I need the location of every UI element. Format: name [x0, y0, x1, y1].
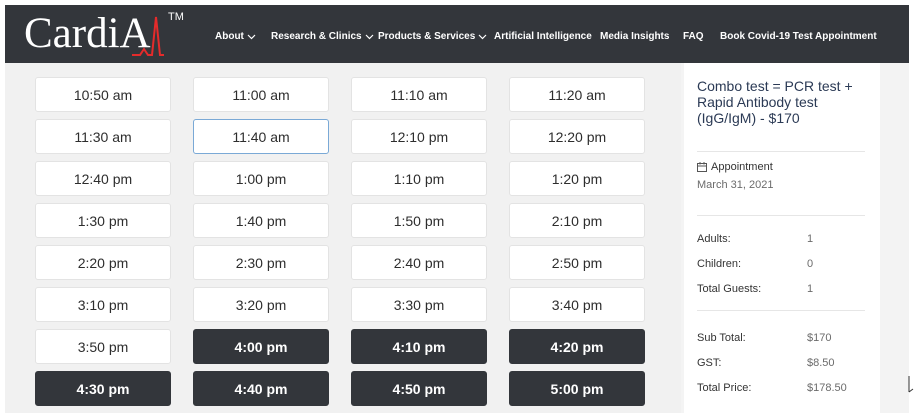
time-slot[interactable]: 1:00 pm [193, 161, 329, 196]
time-slot[interactable]: 11:10 am [351, 77, 487, 112]
time-slot[interactable]: 12:10 pm [351, 119, 487, 154]
children-label: Children: [697, 258, 742, 270]
nav-item-label: About [215, 31, 244, 42]
time-slot[interactable]: 2:20 pm [35, 245, 171, 280]
chevron-down-icon [247, 34, 256, 39]
adults-label: Adults: [697, 233, 731, 245]
time-slot-unavailable[interactable]: 4:10 pm [351, 329, 487, 364]
nav-item-research-clinics[interactable]: Research & Clinics [271, 31, 374, 42]
time-slot[interactable]: 2:10 pm [509, 203, 645, 238]
divider [697, 151, 865, 152]
booking-summary: Combo test = PCR test + Rapid Antibody t… [684, 63, 880, 413]
nav-item-faq[interactable]: FAQ [683, 31, 704, 42]
time-slot[interactable]: 1:20 pm [509, 161, 645, 196]
adults-value: 1 [807, 233, 814, 245]
time-slot-unavailable[interactable]: 4:50 pm [351, 371, 487, 406]
product-title: Combo test = PCR test + Rapid Antibody t… [697, 78, 853, 126]
time-slot[interactable]: 1:50 pm [351, 203, 487, 238]
total-guests-label: Total Guests: [697, 283, 762, 295]
divider [697, 215, 865, 216]
children-value: 0 [807, 258, 814, 270]
chevron-down-icon [478, 34, 487, 39]
time-slot[interactable]: 1:10 pm [351, 161, 487, 196]
page-edge [909, 5, 917, 413]
heartbeat-icon [132, 16, 164, 56]
sidebar-shadow [880, 63, 909, 413]
time-slot[interactable]: 3:10 pm [35, 287, 171, 322]
nav-item-products-services[interactable]: Products & Services [378, 31, 487, 42]
time-slot[interactable]: 10:50 am [35, 77, 171, 112]
appointment-date: March 31, 2021 [697, 179, 774, 191]
nav-item-label: FAQ [683, 31, 704, 42]
total-price-label: Total Price: [697, 382, 752, 394]
subtotal-label: Sub Total: [697, 332, 746, 344]
time-slot-unavailable[interactable]: 4:20 pm [509, 329, 645, 364]
nav-item-label: Products & Services [378, 31, 476, 42]
total-guests-value: 1 [807, 283, 814, 295]
time-slot[interactable]: 2:40 pm [351, 245, 487, 280]
chevron-down-icon [365, 34, 374, 39]
time-slot[interactable]: 12:40 pm [35, 161, 171, 196]
appointment-label-text: Appointment [711, 161, 773, 173]
time-slot[interactable]: 11:20 am [509, 77, 645, 112]
nav-item-book-covid-test[interactable]: Book Covid-19 Test Appointment [720, 31, 877, 42]
nav-item-about[interactable]: About [215, 31, 256, 42]
time-slot-unavailable[interactable]: 4:00 pm [193, 329, 329, 364]
time-slot[interactable]: 1:30 pm [35, 203, 171, 238]
total-price-value: $178.50 [807, 382, 847, 394]
appointment-label: Appointment [697, 161, 773, 173]
time-slot-unavailable[interactable]: 4:40 pm [193, 371, 329, 406]
calendar-icon [697, 162, 707, 172]
time-slot-unavailable[interactable]: 5:00 pm [509, 371, 645, 406]
nav-item-media-insights[interactable]: Media Insights [600, 31, 669, 42]
booking-page: { "brand": { "logo_text": "CardiA", "tra… [0, 0, 917, 413]
nav-item-label: Media Insights [600, 31, 670, 42]
top-nav-bar: CardiA TM About Research & Clinics Produ… [5, 5, 909, 63]
nav-item-label: Research & Clinics [271, 31, 362, 42]
mouse-cursor-icon [908, 376, 914, 393]
time-slot[interactable]: 3:20 pm [193, 287, 329, 322]
time-slot[interactable]: 3:50 pm [35, 329, 171, 364]
time-slot[interactable]: 1:40 pm [193, 203, 329, 238]
subtotal-value: $170 [807, 332, 832, 344]
gst-label: GST: [697, 357, 722, 369]
nav-item-artificial-intelligence[interactable]: Artificial Intelligence [494, 31, 592, 42]
time-slot[interactable]: 11:00 am [193, 77, 329, 112]
nav-item-label: Book Covid-19 Test Appointment [720, 31, 877, 42]
time-slot[interactable]: 12:20 pm [509, 119, 645, 154]
time-slot[interactable]: 3:30 pm [351, 287, 487, 322]
gst-value: $8.50 [807, 357, 835, 369]
time-slot[interactable]: 3:40 pm [509, 287, 645, 322]
time-slot-selected[interactable]: 11:40 am [193, 119, 329, 154]
divider [697, 310, 865, 311]
time-slot[interactable]: 2:50 pm [509, 245, 645, 280]
time-slot-unavailable[interactable]: 4:30 pm [35, 371, 171, 406]
nav-item-label: Artificial Intelligence [494, 31, 592, 42]
time-slot[interactable]: 2:30 pm [193, 245, 329, 280]
time-slot[interactable]: 11:30 am [35, 119, 171, 154]
